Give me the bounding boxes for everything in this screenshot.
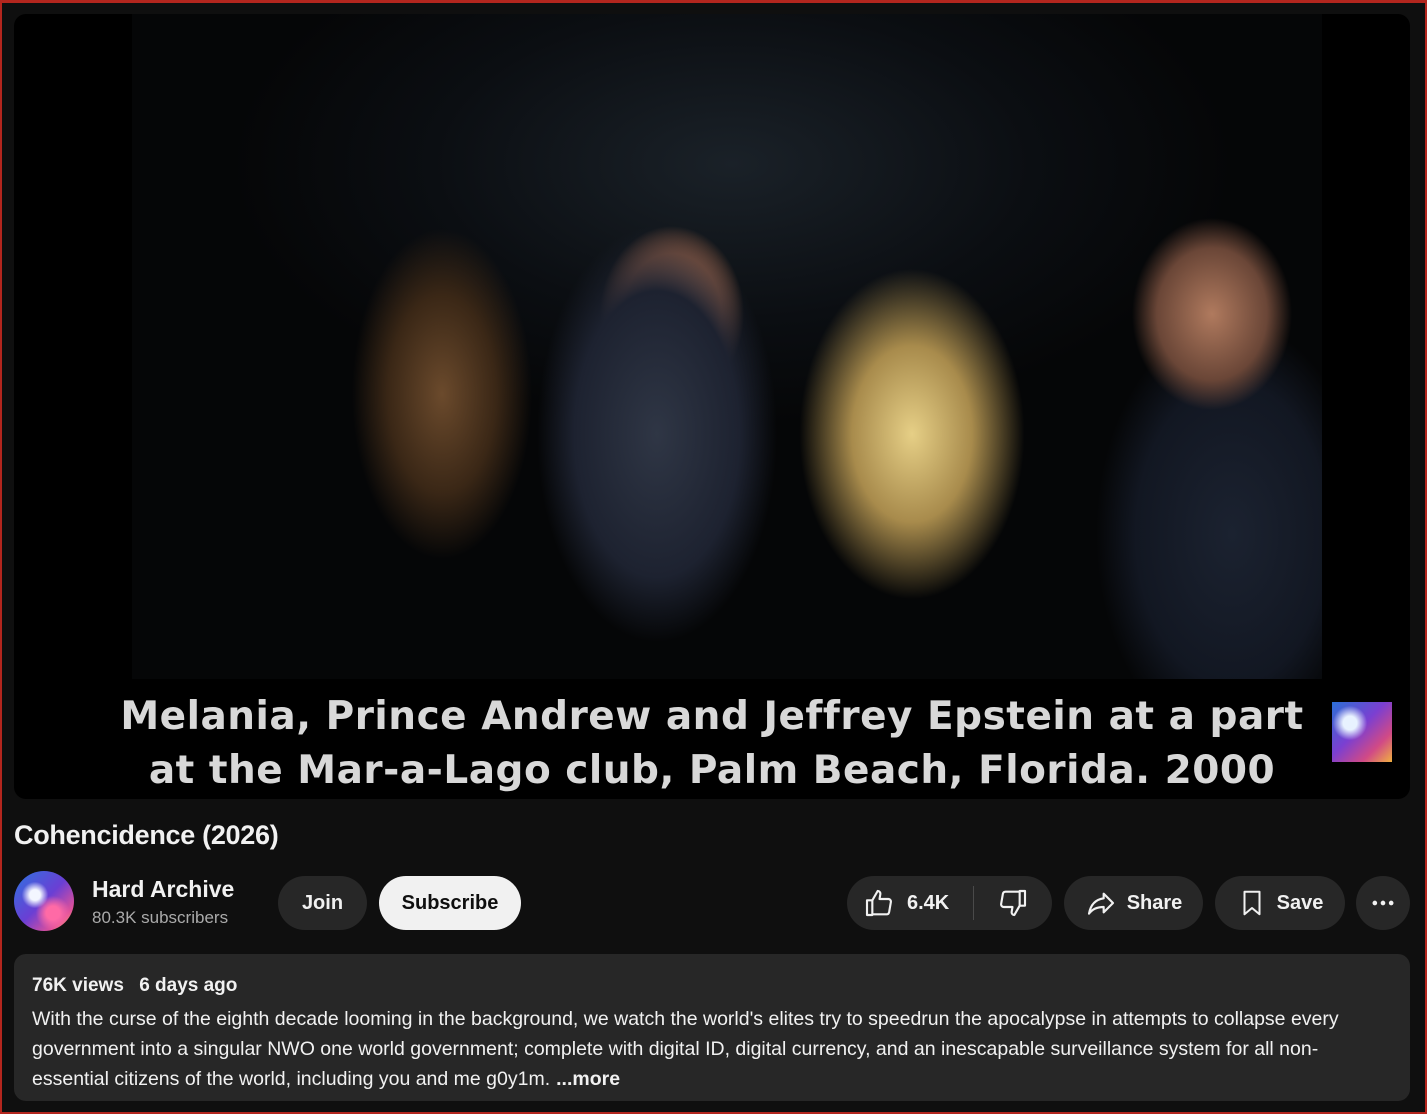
share-arrow-icon bbox=[1085, 887, 1117, 919]
video-burned-caption: Melania, Prince Andrew and Jeffrey Epste… bbox=[14, 690, 1410, 798]
like-count: 6.4K bbox=[907, 891, 950, 914]
channel-watermark[interactable] bbox=[1332, 702, 1392, 762]
thumbs-down-icon bbox=[997, 887, 1029, 919]
more-horizontal-icon bbox=[1369, 889, 1397, 917]
save-label: Save bbox=[1276, 891, 1324, 914]
subscribe-button[interactable]: Subscribe bbox=[379, 876, 521, 930]
description-text: With the curse of the eighth decade loom… bbox=[32, 1004, 1392, 1094]
view-meta: 76K views 6 days ago bbox=[32, 974, 1392, 998]
caption-line-2: at the Mar-a-Lago club, Palm Beach, Flor… bbox=[148, 748, 1276, 793]
like-dislike-group: 6.4K bbox=[847, 876, 1052, 930]
description-box[interactable]: 76K views 6 days ago With the curse of t… bbox=[14, 954, 1410, 1101]
video-player[interactable]: Melania, Prince Andrew and Jeffrey Epste… bbox=[14, 14, 1410, 799]
more-actions-button[interactable] bbox=[1356, 876, 1410, 930]
save-button[interactable]: Save bbox=[1215, 876, 1345, 930]
view-count: 76K views bbox=[32, 975, 124, 996]
video-title: Cohencidence (2026) bbox=[14, 820, 279, 850]
upload-age: 6 days ago bbox=[139, 975, 238, 996]
description-body: With the curse of the eighth decade loom… bbox=[32, 1008, 1339, 1090]
channel-avatar[interactable] bbox=[14, 871, 74, 931]
bookmark-icon bbox=[1237, 888, 1267, 918]
caption-line-1: Melania, Prince Andrew and Jeffrey Epste… bbox=[120, 694, 1304, 739]
share-button[interactable]: Share bbox=[1064, 876, 1203, 930]
thumbs-up-icon bbox=[863, 887, 895, 919]
description-more-link[interactable]: ...more bbox=[556, 1068, 620, 1090]
channel-name[interactable]: Hard Archive bbox=[92, 876, 234, 903]
dislike-button[interactable] bbox=[974, 876, 1052, 930]
video-frame-image bbox=[132, 14, 1322, 679]
like-button[interactable]: 6.4K bbox=[847, 876, 973, 930]
subscriber-count: 80.3K subscribers bbox=[92, 908, 229, 927]
join-button[interactable]: Join bbox=[278, 876, 367, 930]
share-label: Share bbox=[1126, 891, 1183, 914]
